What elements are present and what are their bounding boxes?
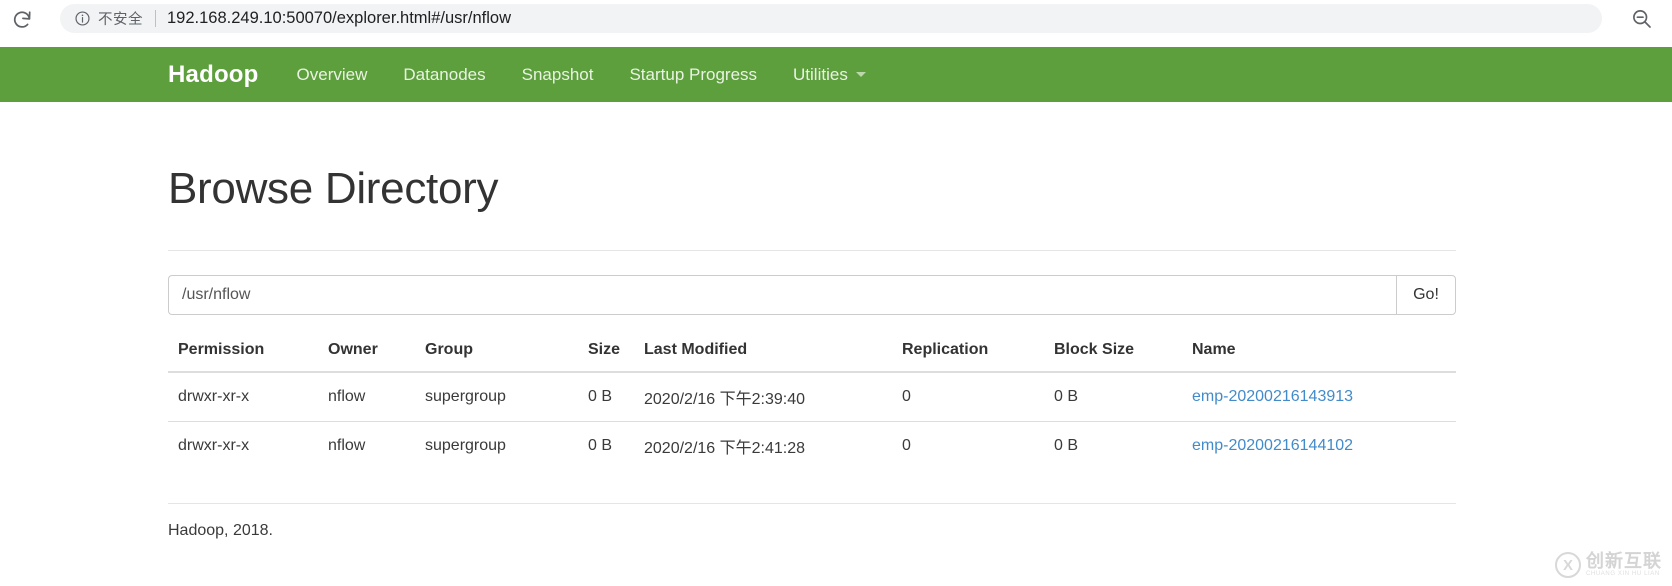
cell-replication: 0 — [902, 388, 911, 405]
cell-group: supergroup — [415, 421, 578, 470]
column-header-permission: Permission — [168, 341, 318, 373]
column-header-replication: Replication — [892, 341, 1044, 373]
cell-last-modified: 2020/2/16 下午2:39:40 — [644, 391, 806, 408]
navbar-brand-hadoop[interactable]: Hadoop — [168, 61, 259, 89]
table-header: Permission Owner Group Size Last Modifie… — [168, 341, 1456, 373]
column-header-size: Size — [578, 341, 634, 373]
browser-toolbar: 不安全 192.168.249.10:50070/explorer.html#/… — [0, 0, 1672, 37]
title-divider — [168, 250, 1456, 251]
cell-block-size: 0 B — [1044, 421, 1182, 470]
path-input-group: Go! — [168, 275, 1456, 315]
address-bar[interactable]: 不安全 192.168.249.10:50070/explorer.html#/… — [60, 4, 1602, 33]
watermark-cn-text: 创新互联 — [1586, 551, 1662, 572]
cell-name: emp-20200216143913 — [1182, 372, 1456, 422]
cell-replication: 0 — [892, 421, 1044, 470]
nav-item-label: Overview — [296, 64, 368, 84]
cell-owner: nflow — [318, 421, 415, 470]
nav-item-overview[interactable]: Overview — [297, 65, 368, 85]
cell-size: 0 B — [578, 421, 634, 470]
cell-group: supergroup — [425, 388, 506, 405]
page-title: Browse Directory — [168, 164, 499, 213]
reload-icon — [11, 8, 33, 30]
nav-item-label: Utilities — [793, 64, 848, 84]
zoom-out-magnifier-icon[interactable] — [1612, 0, 1672, 37]
nav-item-label: Datanodes — [403, 64, 486, 84]
path-input[interactable] — [168, 275, 1396, 315]
cell-owner: nflow — [328, 388, 366, 405]
cell-permission: drwxr-xr-x — [168, 421, 318, 470]
watermark-en-text: CHUANG XIN HU LIAN — [1586, 571, 1660, 578]
go-button[interactable]: Go! — [1396, 275, 1456, 315]
footer-divider — [168, 503, 1456, 504]
table-row: drwxr-xr-x nflow supergroup 0 B 2020/2/1… — [168, 372, 1456, 422]
column-header-last-modified: Last Modified — [634, 341, 892, 373]
footer-text: Hadoop, 2018. — [168, 522, 273, 539]
column-header-name: Name — [1182, 341, 1456, 373]
cell-last-modified: 2020/2/16 下午2:41:28 — [634, 421, 892, 470]
table-row: drwxr-xr-x nflow supergroup 0 B 2020/2/1… — [168, 421, 1456, 470]
watermark: X 创新互联 CHUANG XIN HU LIAN — [1555, 552, 1662, 578]
reload-button[interactable] — [0, 0, 44, 37]
chevron-down-icon — [855, 72, 866, 77]
cell-permission: drwxr-xr-x — [178, 388, 250, 405]
info-circle-icon[interactable] — [74, 10, 91, 27]
directory-link[interactable]: emp-20200216143913 — [1192, 388, 1353, 405]
nav-item-startup-progress[interactable]: Startup Progress — [629, 65, 757, 85]
directory-link[interactable]: emp-20200216144102 — [1192, 437, 1353, 454]
hadoop-navbar: Hadoop Overview Datanodes Snapshot Start… — [0, 47, 1672, 102]
nav-item-snapshot[interactable]: Snapshot — [522, 65, 594, 85]
security-status-label: 不安全 — [98, 12, 143, 28]
table-header-row: Permission Owner Group Size Last Modifie… — [168, 341, 1456, 373]
url-text: 192.168.249.10:50070/explorer.html#/usr/… — [167, 9, 511, 27]
column-header-owner: Owner — [318, 341, 415, 373]
nav-item-label: Startup Progress — [629, 64, 758, 84]
column-header-group: Group — [415, 341, 578, 373]
directory-listing-table: Permission Owner Group Size Last Modifie… — [168, 341, 1456, 470]
cell-block-size: 0 B — [1054, 388, 1079, 405]
omnibox-divider — [155, 10, 156, 27]
watermark-logo-icon: X — [1555, 552, 1581, 578]
page-content: Browse Directory Go! Permission Owner Gr… — [168, 102, 1456, 540]
nav-item-utilities[interactable]: Utilities — [793, 65, 866, 85]
column-header-block-size: Block Size — [1044, 341, 1182, 373]
table-body: drwxr-xr-x nflow supergroup 0 B 2020/2/1… — [168, 372, 1456, 470]
nav-item-label: Snapshot — [521, 64, 594, 84]
nav-item-datanodes[interactable]: Datanodes — [403, 65, 485, 85]
cell-name: emp-20200216144102 — [1182, 421, 1456, 470]
cell-size: 0 B — [588, 388, 613, 405]
